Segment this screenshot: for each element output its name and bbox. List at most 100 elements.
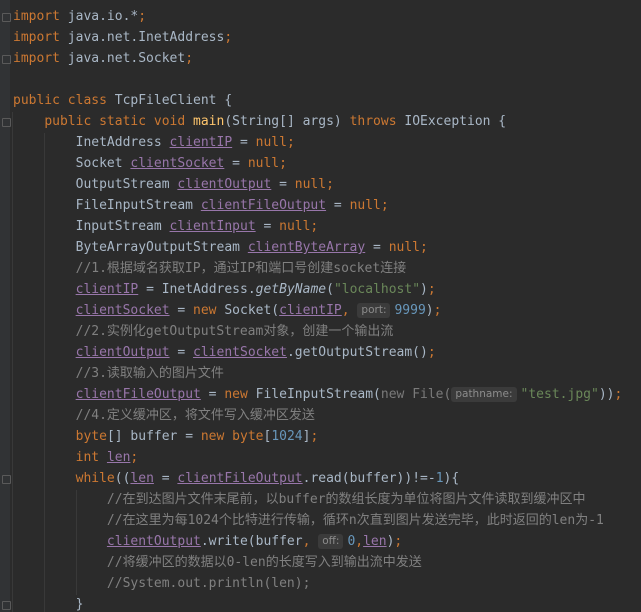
code-text: = (255, 219, 280, 234)
code-line[interactable]: FileInputStream clientFileOutput = null; (13, 195, 389, 216)
code-comment: //在这里为每1024个比特进行传输，循环n次直到图片发送完毕，此时返回的len… (106, 513, 604, 528)
code-keyword: import (13, 30, 60, 45)
code-method-name: main (193, 114, 225, 129)
fold-marker-icon[interactable] (2, 13, 11, 22)
fold-marker-icon[interactable] (2, 118, 11, 127)
code-keyword: null; (388, 240, 428, 255)
code-text: InputStream (13, 219, 170, 234)
code-variable: clientSocket (193, 345, 287, 360)
code-number: 9999 (394, 303, 426, 318)
code-line[interactable]: clientOutput.write(buffer, off: 0,len); (13, 531, 402, 552)
code-editor[interactable]: import java.io.*; import java.net.InetAdd… (0, 0, 641, 612)
code-keyword: ; (138, 9, 147, 24)
code-keyword: null; (294, 177, 334, 192)
code-line[interactable]: byte[] buffer = new byte[1024]; (13, 426, 319, 447)
code-text: [] buffer = (106, 429, 201, 444)
code-text: ( (326, 282, 334, 297)
code-keyword: ; (394, 534, 403, 549)
code-variable: clientSocket (75, 303, 170, 318)
code-keyword: ; (427, 345, 436, 360)
fold-marker-icon[interactable] (2, 55, 11, 64)
code-line[interactable]: //3.读取输入的图片文件 (13, 363, 224, 384)
code-text: = (169, 345, 194, 360)
code-comment: //3.读取输入的图片文件 (75, 366, 224, 381)
code-variable: clientIP (169, 135, 233, 150)
code-text: Socket (13, 156, 131, 171)
code-text: IOException { (404, 114, 507, 129)
code-line[interactable]: Socket clientSocket = null; (13, 153, 287, 174)
code-line[interactable]: //将缓冲区的数据以0-len的长度写入到输出流中发送 (13, 552, 422, 573)
code-line[interactable]: while((len = clientFileOutput.read(buffe… (13, 468, 460, 489)
parameter-hint: pathname: (451, 387, 517, 402)
code-number: 1 (435, 471, 444, 486)
code-variable: clientOutput (106, 534, 201, 549)
code-keyword: null; (279, 219, 319, 234)
code-line[interactable]: OutputStream clientOutput = null; (13, 174, 334, 195)
code-comment: //4.定义缓冲区，将文件写入缓冲区发送 (75, 408, 315, 423)
code-variable: clientOutput (75, 345, 170, 360)
code-keyword: new (224, 387, 256, 402)
code-line[interactable]: import java.net.Socket; (13, 48, 193, 69)
code-text: } (13, 597, 84, 612)
code-faded: new File( (380, 387, 452, 402)
code-keyword: new (193, 303, 225, 318)
code-line[interactable]: //4.定义缓冲区，将文件写入缓冲区发送 (13, 405, 315, 426)
code-line[interactable]: //1.根据域名获取IP，通过IP和端口号创建socket连接 (13, 258, 407, 279)
code-text: = (232, 135, 256, 150)
code-variable: len (106, 450, 131, 465)
code-line[interactable]: clientIP = InetAddress.getByName("localh… (13, 279, 436, 300)
code-line[interactable]: InetAddress clientIP = null; (13, 132, 295, 153)
fold-marker-icon[interactable] (2, 475, 11, 484)
code-keyword: , (341, 303, 358, 318)
code-variable: clientSocket (130, 156, 225, 171)
code-line[interactable]: //在到达图片文件末尾前，以buffer的数组长度为单位将图片文件读取到缓冲区中 (13, 489, 586, 510)
code-line[interactable]: public class TcpFileClient { (13, 90, 232, 111)
code-line[interactable]: import java.io.*; (13, 6, 146, 27)
code-line[interactable]: //在这里为每1024个比特进行传输，循环n次直到图片发送完毕，此时返回的len… (13, 510, 604, 531)
fold-marker-icon[interactable] (2, 601, 11, 610)
parameter-hint: port: (357, 303, 391, 318)
code-keyword: null; (247, 156, 287, 171)
code-line[interactable]: clientOutput = clientSocket.getOutputStr… (13, 342, 436, 363)
code-text: = (153, 471, 178, 486)
code-variable: clientFileOutput (200, 198, 327, 213)
code-variable: clientIP (279, 303, 342, 318)
code-text: = (200, 387, 225, 402)
code-text: FileInputStream( (255, 387, 381, 402)
code-keyword: int (75, 450, 107, 465)
code-static-call: getByName (255, 282, 327, 297)
code-variable: clientFileOutput (75, 387, 201, 402)
code-keyword: new byte (200, 429, 264, 444)
code-keyword: ; (130, 450, 139, 465)
code-keyword: while (75, 471, 115, 486)
code-text: java.io.* (59, 9, 139, 24)
code-line[interactable]: //System.out.println(len); (13, 573, 311, 594)
code-line[interactable]: clientSocket = new Socket(clientIP, port… (13, 300, 441, 321)
code-line[interactable]: //2.实例化getOutputStream对象，创建一个输出流 (13, 321, 394, 342)
code-line[interactable]: public static void main(String[] args) t… (13, 111, 506, 132)
code-keyword: ; (224, 30, 233, 45)
code-number: 1024 (271, 429, 303, 444)
code-comment: //2.实例化getOutputStream对象，创建一个输出流 (75, 324, 394, 339)
code-keyword: null; (255, 135, 295, 150)
code-line[interactable]: clientFileOutput = new FileInputStream(n… (13, 384, 622, 405)
parameter-hint: off: (318, 534, 344, 549)
code-comment: //System.out.println(len); (106, 576, 311, 591)
code-line[interactable]: int len; (13, 447, 139, 468)
code-variable: clientIP (75, 282, 139, 297)
code-keyword: , (355, 534, 364, 549)
code-line[interactable]: } (13, 594, 84, 612)
code-text: ByteArrayOutputStream (13, 240, 248, 255)
code-line[interactable]: import java.net.InetAddress; (13, 27, 232, 48)
code-line[interactable]: ByteArrayOutputStream clientByteArray = … (13, 237, 428, 258)
code-line[interactable]: InputStream clientInput = null; (13, 216, 319, 237)
code-text: OutputStream (13, 177, 178, 192)
